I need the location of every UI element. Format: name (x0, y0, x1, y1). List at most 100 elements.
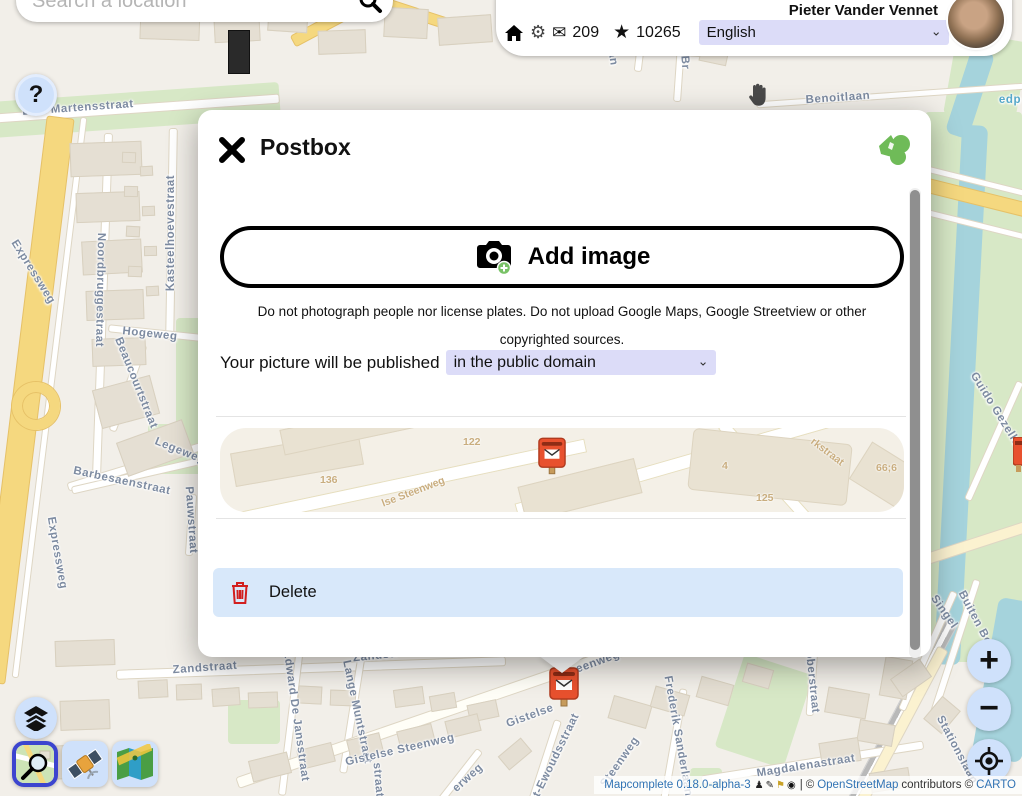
map-building (128, 266, 142, 277)
map-building (228, 30, 250, 74)
street-label: Gistelse (505, 702, 556, 730)
map-building (211, 687, 240, 707)
basemap-style-osm-button[interactable] (12, 741, 58, 787)
popup-scrollbar-thumb[interactable] (910, 190, 920, 650)
close-icon[interactable] (218, 136, 246, 164)
mapcomplete-theme-logo-icon (876, 132, 912, 168)
crosshair-icon (974, 746, 1004, 776)
map-building (138, 679, 169, 699)
minimap-label: 66;6 (876, 462, 897, 474)
map-building (146, 286, 160, 297)
messages-count[interactable]: 209 (572, 24, 599, 42)
street-label: straat (371, 762, 386, 796)
map-building (393, 686, 425, 708)
map-building (140, 166, 154, 177)
divider (216, 416, 906, 417)
popup-tail (538, 655, 586, 673)
search-icon[interactable] (357, 0, 383, 14)
minimap-label: 122 (463, 436, 481, 448)
osm-carto-icon (16, 745, 56, 785)
gear-icon[interactable]: ⚙ (530, 22, 546, 43)
street-label: edp (999, 94, 1021, 106)
pencil-icon: ✎ (766, 780, 774, 791)
layers-icon (23, 705, 49, 731)
avatar[interactable] (948, 0, 1004, 48)
map-building (437, 14, 493, 46)
basemap-style-satellite-button[interactable] (62, 741, 108, 787)
postbox-map-icon (538, 436, 566, 476)
flag-icon: ⚑ (776, 780, 785, 791)
zoom-in-button[interactable]: + (967, 639, 1011, 683)
map-building (122, 152, 136, 163)
attribution-icons: ♟✎⚑◉ (754, 779, 797, 791)
location-minimap[interactable]: 122136lse Steenweg1254rkstraat66;6 (220, 428, 904, 512)
add-image-label: Add image (528, 243, 651, 271)
mapcomplete-app: Dirk MartensstraatNoordbruggestraatKaste… (0, 0, 1022, 796)
contributors-text: contributors © (901, 779, 973, 791)
map-building (55, 639, 116, 667)
map-building (126, 226, 141, 238)
street-label: Kasteelhoevestraat (165, 175, 177, 291)
minimap-label: 4 (722, 460, 728, 472)
copyright-symbol: © (806, 779, 814, 791)
postbox-popup: Postbox Add image Do not photograph peop… (198, 110, 931, 657)
folded-map-icon (115, 744, 155, 784)
license-prefix: Your picture will be published (220, 353, 440, 373)
basemap-style-map-button[interactable] (112, 741, 158, 787)
map-building (144, 246, 157, 256)
star-icon: ★ (613, 21, 630, 44)
add-image-button[interactable]: Add image (220, 226, 904, 288)
home-icon[interactable] (504, 23, 524, 43)
image-disclaimer: Do not photograph people nor license pla… (228, 298, 896, 354)
user-name: Pieter Vander Vennet (789, 2, 938, 19)
delete-label: Delete (269, 583, 317, 602)
street-label: Benoitlaan (805, 90, 870, 106)
user-panel: Pieter Vander Vennet ⚙ ✉ 209 ★ 10265 Eng… (496, 0, 1012, 56)
carto-link[interactable]: CARTO (976, 779, 1016, 791)
osm-link[interactable]: OpenStreetMap (817, 779, 898, 791)
map-roundabout (12, 382, 60, 430)
minus-icon: − (979, 691, 999, 725)
statistics-icon: ◉ (787, 780, 796, 791)
map-building (498, 737, 533, 770)
delete-button[interactable]: Delete (213, 568, 903, 617)
help-button[interactable]: ? (15, 74, 57, 116)
trash-icon (229, 580, 251, 606)
camera-plus-icon (474, 239, 514, 275)
question-mark-icon: ? (29, 81, 44, 109)
layers-button[interactable] (15, 697, 57, 739)
map-building (607, 695, 652, 729)
minimap-label: 125 (756, 492, 774, 504)
postbox-marker-partial[interactable] (1013, 437, 1022, 473)
popup-scrollbar[interactable] (909, 188, 921, 658)
mail-icon[interactable]: ✉ (552, 23, 566, 43)
plus-icon: + (979, 643, 999, 677)
street-label: Noordbruggestraat (93, 233, 107, 348)
license-select[interactable]: in the public domain (446, 350, 716, 375)
map-building (124, 186, 138, 197)
changesets-count[interactable]: 10265 (636, 24, 681, 42)
search-bar (16, 0, 393, 22)
hand-cursor-icon (746, 82, 770, 108)
satellite-icon (65, 744, 105, 784)
divider (216, 518, 906, 519)
postbox-marker[interactable] (549, 667, 579, 707)
mapcomplete-version-link[interactable]: Mapcomplete 0.18.0-alpha-3 (604, 779, 750, 791)
map-building (248, 691, 279, 708)
search-input[interactable] (32, 0, 357, 22)
map-building (318, 29, 367, 55)
map-building (298, 685, 323, 704)
map-building (696, 676, 735, 707)
map-building (824, 687, 870, 720)
map-building (176, 684, 203, 701)
map-building (142, 206, 155, 216)
map-building (59, 699, 110, 731)
zoom-out-button[interactable]: − (967, 687, 1011, 731)
community-icon: ♟ (755, 780, 764, 791)
language-select[interactable]: English (699, 20, 949, 45)
minimap-label: 136 (320, 474, 338, 486)
attribution-separator: | (800, 779, 803, 791)
street-label: Expressweg (45, 516, 70, 590)
popup-title: Postbox (260, 134, 351, 161)
attribution-bar: Mapcomplete 0.18.0-alpha-3 ♟✎⚑◉ | © Open… (594, 776, 1022, 794)
